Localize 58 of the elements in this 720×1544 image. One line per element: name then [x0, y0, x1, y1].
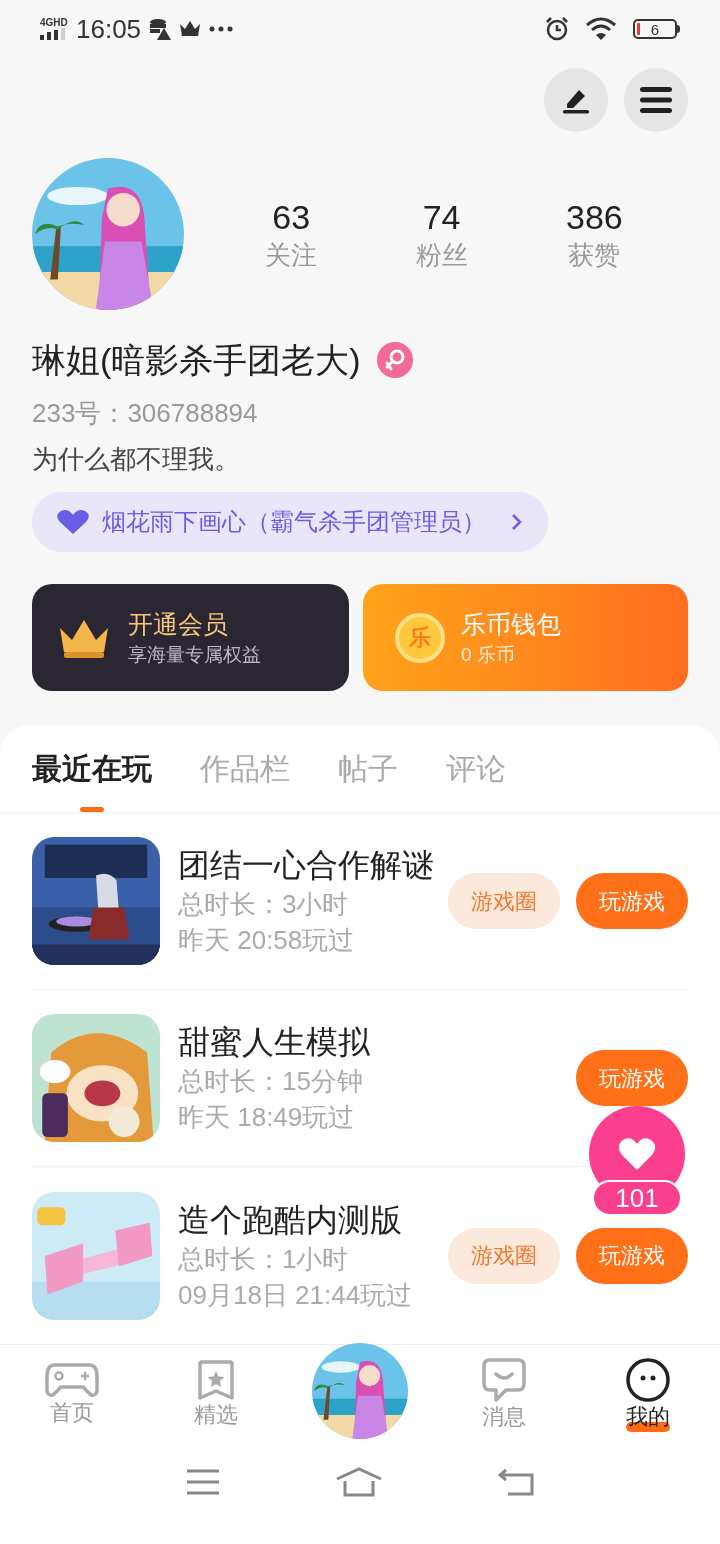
heart-icon — [56, 509, 90, 535]
tab[interactable]: 帖子 — [338, 725, 398, 812]
last-played: 昨天 18:49玩过 — [178, 1104, 356, 1130]
nav-tab[interactable]: 我的 — [576, 1357, 720, 1432]
battery-icon: 6 — [633, 19, 680, 39]
card-subtitle: 0 乐币 — [461, 644, 516, 664]
membership-card[interactable]: 开通会员 享海量专属权益 — [32, 584, 349, 691]
card-subtitle: 享海量专属权益 — [128, 644, 261, 664]
wallet-card[interactable]: 乐 乐币钱包 0 乐币 — [363, 584, 688, 691]
user-id: 233号：306788894 — [31, 397, 259, 426]
play-game-button[interactable]: 玩游戏 — [576, 1227, 688, 1284]
stat-label: 粉丝 — [415, 242, 468, 268]
nav-tab[interactable]: 首页 — [0, 1361, 144, 1428]
stat-label: 获赞 — [568, 242, 621, 268]
last-played: 昨天 20:58玩过 — [178, 927, 356, 953]
user-bio: 为什么都不理我。 — [31, 443, 241, 472]
play-game-button[interactable]: 玩游戏 — [576, 1050, 688, 1106]
menu-icon — [640, 87, 672, 113]
alarm-icon — [545, 17, 569, 41]
wifi-icon — [585, 17, 617, 41]
smiley-face-icon — [626, 1357, 670, 1402]
game-circle-button[interactable]: 游戏圈 — [448, 1227, 560, 1284]
game-circle-button[interactable]: 游戏圈 — [448, 873, 560, 929]
user-name: 琳姐(暗影杀手团老大) — [32, 343, 361, 377]
back-icon[interactable] — [498, 1468, 535, 1496]
clock-time: 16:05 — [76, 16, 142, 42]
home-icon[interactable] — [335, 1467, 383, 1497]
last-played: 09月18日 21:44玩过 — [178, 1281, 414, 1308]
bookmark-star-icon — [197, 1359, 235, 1400]
gamepad-icon — [45, 1361, 99, 1398]
stat-value: 74 — [422, 200, 461, 234]
group-badge[interactable]: 烟花雨下画心（霸气杀手团管理员） — [32, 492, 548, 552]
play-duration: 总时长：3小时 — [178, 891, 350, 917]
coin-icon: 乐 — [395, 612, 445, 663]
game-title: 造个跑酷内测版 — [178, 1203, 403, 1236]
play-game-button[interactable]: 玩游戏 — [576, 873, 688, 929]
game-title: 甜蜜人生模拟 — [178, 1026, 371, 1058]
card-title: 开通会员 — [128, 611, 229, 637]
database-warning-icon — [149, 18, 172, 40]
tab[interactable]: 作品栏 — [200, 725, 290, 812]
game-title: 团结一心合作解谜 — [178, 849, 435, 881]
stat-value: 386 — [566, 200, 623, 234]
chevron-right-icon — [510, 512, 524, 532]
nav-tab[interactable]: 精选 — [144, 1359, 288, 1430]
crown-icon — [179, 20, 202, 38]
stat-value: 63 — [272, 200, 311, 234]
heart-icon — [618, 1137, 656, 1171]
play-duration: 总时长：1小时 — [178, 1245, 350, 1272]
female-icon — [376, 342, 413, 378]
card-title: 乐币钱包 — [461, 611, 561, 637]
tab[interactable]: 最近在玩 — [32, 725, 152, 812]
nav-tab[interactable]: 消息 — [432, 1357, 576, 1432]
play-duration: 总时长：15分钟 — [178, 1068, 364, 1094]
menu-icon[interactable] — [185, 1469, 220, 1495]
more-icon — [209, 26, 234, 32]
tab[interactable]: 评论 — [446, 725, 506, 812]
chat-bubble-icon — [482, 1357, 526, 1402]
stat-label: 关注 — [265, 242, 318, 268]
